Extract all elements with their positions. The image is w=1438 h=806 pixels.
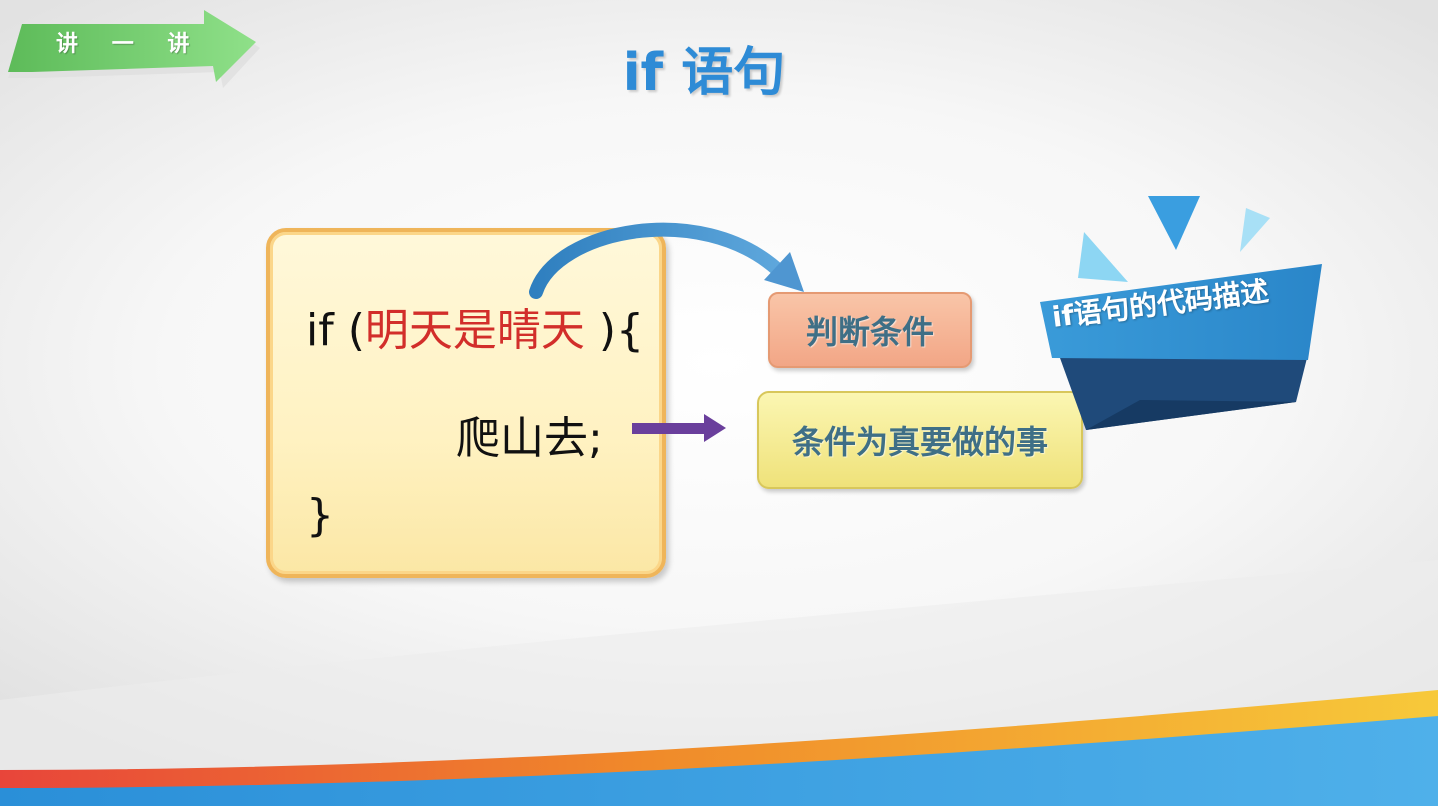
condition-label: 判断条件 (768, 292, 972, 368)
code-box: if (明天是晴天 ){ 爬山去; } (266, 228, 666, 578)
code-condition: 明天是晴天 (364, 305, 585, 356)
slide: 讲 一 讲 if 语句 if (明天是晴天 ){ 爬山去; } 判断条件 条件为… (0, 0, 1438, 806)
code-line-body: 爬山去; (456, 413, 603, 464)
slide-title-text: if 语句 (622, 43, 786, 103)
code-line-if: if (明天是晴天 ){ (306, 294, 644, 358)
code-if-keyword: if ( (306, 305, 365, 356)
code-if-suffix: ){ (584, 305, 645, 356)
triangle-decoration-icon (1240, 208, 1270, 252)
slide-title: if 语句 (0, 30, 1438, 105)
triangle-decoration-icon (1078, 232, 1128, 282)
triangle-decoration-icon (1148, 196, 1200, 250)
code-line-close: } (306, 490, 334, 541)
